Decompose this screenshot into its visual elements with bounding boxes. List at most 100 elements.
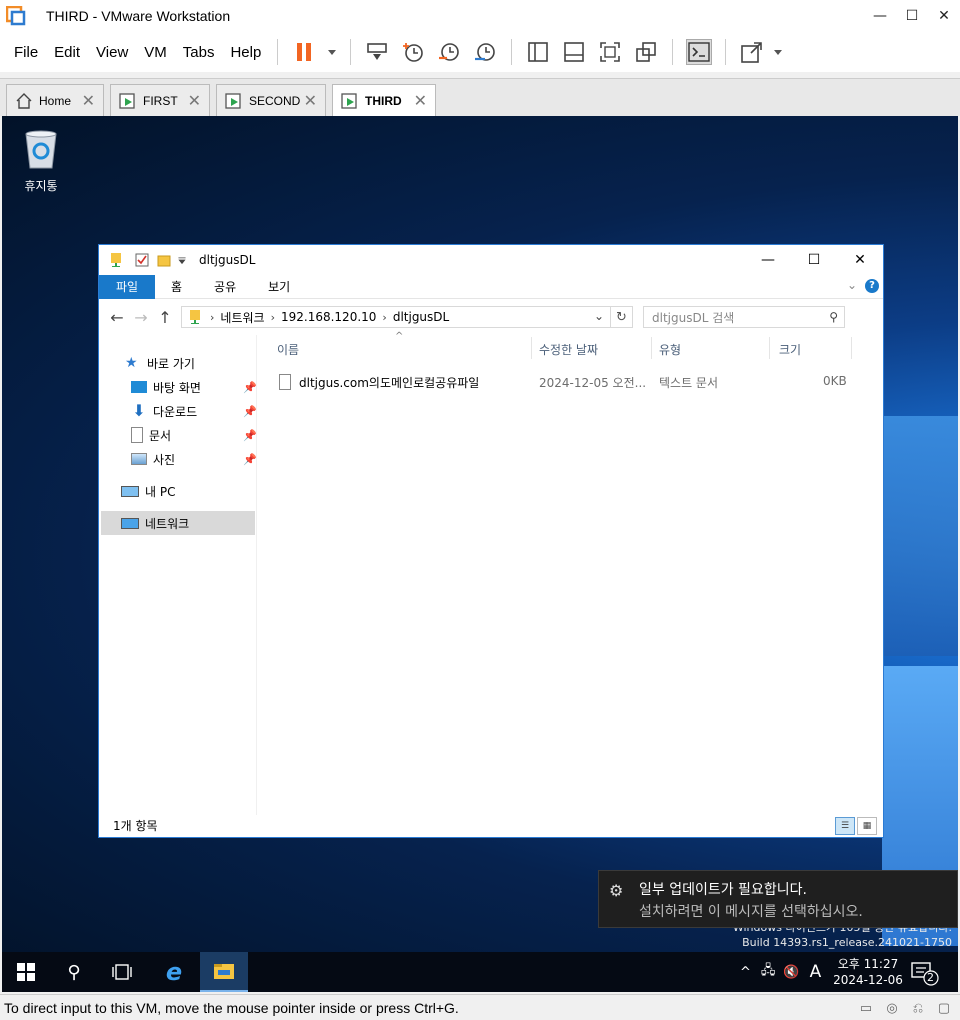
breadcrumb-network[interactable]: 네트워크 [220, 309, 264, 326]
pause-icon[interactable] [291, 39, 317, 65]
pin-icon[interactable]: 📌 [243, 381, 257, 394]
snapshot-manager-icon[interactable] [472, 39, 498, 65]
tab-home[interactable]: Home ✕ [6, 84, 104, 117]
quick-access-dropdown-icon[interactable] [177, 253, 187, 267]
vm-icon [225, 93, 241, 109]
file-explorer-taskbar-icon[interactable] [200, 952, 248, 992]
snapshot-revert-icon[interactable] [436, 39, 462, 65]
ribbon-tab-share[interactable]: 공유 [198, 278, 252, 295]
toolbar-divider [672, 39, 674, 65]
column-divider[interactable] [531, 337, 532, 359]
stretch-dropdown-icon[interactable] [772, 39, 784, 65]
clock[interactable]: 오후 11:27 2024-12-06 [828, 956, 908, 988]
search-input[interactable]: dltjgusDL 검색 ⚲ [643, 306, 845, 328]
send-ctrl-alt-del-icon[interactable] [364, 39, 390, 65]
menu-edit[interactable]: Edit [46, 44, 88, 61]
column-modified[interactable]: 수정한 날짜 [539, 337, 598, 361]
vm-icon [341, 93, 357, 109]
tab-close-icon[interactable]: ✕ [188, 91, 201, 111]
minimize-button[interactable]: — [864, 0, 896, 32]
search-taskbar-icon[interactable]: ⚲ [50, 952, 98, 992]
internet-explorer-icon[interactable]: e [150, 952, 198, 992]
menu-vm[interactable]: VM [136, 44, 175, 61]
nav-quick-access[interactable]: ★ 바로 가기 [125, 351, 195, 375]
tab-close-icon[interactable]: ✕ [82, 91, 95, 111]
menu-view[interactable]: View [88, 44, 136, 61]
vm-tab-strip: Home ✕ FIRST ✕ SECOND ✕ THIRD ✕ [0, 78, 960, 117]
column-size[interactable]: 크기 [779, 337, 801, 361]
snapshot-take-icon[interactable] [400, 39, 426, 65]
pin-icon[interactable]: 📌 [243, 429, 257, 442]
tab-first[interactable]: FIRST ✕ [110, 84, 210, 117]
nav-this-pc[interactable]: 내 PC [121, 479, 175, 503]
chevron-up-icon[interactable]: ^ [740, 965, 751, 980]
maximize-button[interactable]: ☐ [896, 0, 928, 32]
pin-icon[interactable]: 📌 [243, 405, 257, 418]
menu-tabs[interactable]: Tabs [175, 44, 223, 61]
address-bar[interactable]: › 네트워크 › 192.168.120.10 › dltjgusDL ⌄ [181, 306, 611, 328]
nav-desktop[interactable]: 바탕 화면 📌 [131, 375, 257, 399]
task-view-icon[interactable] [98, 952, 146, 992]
nav-pictures[interactable]: 사진 📌 [131, 447, 257, 471]
close-button[interactable]: ✕ [928, 0, 960, 32]
recycle-bin-shortcut[interactable]: 휴지통 [16, 126, 66, 194]
unity-icon[interactable] [633, 39, 659, 65]
back-arrow-icon[interactable]: ← [105, 308, 129, 327]
refresh-icon[interactable]: ↻ [611, 306, 633, 328]
library-view-icon[interactable] [525, 39, 551, 65]
menu-file[interactable]: File [6, 44, 46, 61]
action-center-icon[interactable]: 2 [910, 960, 940, 986]
ribbon-tab-file[interactable]: 파일 [99, 274, 155, 299]
tab-close-icon[interactable]: ✕ [414, 91, 427, 111]
address-dropdown-icon[interactable]: ⌄ [594, 309, 604, 323]
ribbon-tab-view[interactable]: 보기 [252, 278, 306, 295]
up-arrow-icon[interactable]: ↑ [153, 308, 177, 327]
properties-icon[interactable] [135, 253, 149, 267]
network-adapter-icon[interactable]: ⎌ [908, 998, 928, 1018]
vmware-titlebar: THIRD - VMware Workstation — ☐ ✕ [0, 0, 960, 32]
menu-help[interactable]: Help [222, 44, 269, 61]
guest-desktop[interactable]: 휴지통 dltjgusDL — ☐ ✕ 파일 홈 공유 보기 ⌄ ? ← → ↑ [2, 116, 958, 992]
tab-third[interactable]: THIRD ✕ [332, 84, 436, 117]
full-screen-icon[interactable] [597, 39, 623, 65]
column-name[interactable]: 이름 [277, 337, 299, 361]
breadcrumb-share[interactable]: dltjgusDL [393, 310, 449, 324]
toast-title: 일부 업데이트가 필요합니다. [639, 882, 807, 898]
cd-dvd-icon[interactable]: ◎ [882, 998, 902, 1018]
volume-muted-icon[interactable]: 🔇 [783, 965, 799, 980]
column-divider[interactable] [769, 337, 770, 359]
explorer-minimize-button[interactable]: — [745, 245, 791, 275]
file-row[interactable]: dltjgus.com의도메인로컬공유파일 2024-12-05 오전... 텍… [269, 371, 869, 393]
details-view-icon[interactable]: ☰ [835, 817, 855, 835]
forward-arrow-icon[interactable]: → [129, 308, 153, 327]
thumbnail-bar-icon[interactable] [561, 39, 587, 65]
explorer-maximize-button[interactable]: ☐ [791, 245, 837, 275]
ime-indicator[interactable]: A [810, 962, 822, 982]
hard-disk-icon[interactable]: ▭ [856, 998, 876, 1018]
pin-icon[interactable]: 📌 [243, 453, 257, 466]
console-view-icon[interactable] [686, 39, 713, 65]
ribbon-expand-icon[interactable]: ⌄ [847, 278, 857, 292]
breadcrumb-host[interactable]: 192.168.120.10 [281, 310, 376, 324]
column-divider[interactable] [651, 337, 652, 359]
file-explorer-window[interactable]: dltjgusDL — ☐ ✕ 파일 홈 공유 보기 ⌄ ? ← → ↑ › 네… [98, 244, 884, 838]
new-folder-icon[interactable] [157, 253, 171, 267]
message-log-icon[interactable]: ▢ [934, 998, 954, 1018]
network-status-icon[interactable]: 🖧 [761, 961, 776, 983]
nav-downloads[interactable]: ⬇ 다운로드 📌 [131, 399, 257, 423]
stretch-guest-icon[interactable] [739, 39, 765, 65]
help-icon[interactable]: ? [865, 279, 879, 293]
nav-network[interactable]: 네트워크 [121, 511, 189, 535]
file-list: ^ 이름 수정한 날짜 유형 크기 dltjgus.com의도메인로컬공유파일 … [269, 331, 879, 815]
tab-second[interactable]: SECOND ✕ [216, 84, 326, 117]
nav-documents[interactable]: 문서 📌 [131, 423, 257, 447]
column-type[interactable]: 유형 [659, 337, 681, 361]
column-divider[interactable] [851, 337, 852, 359]
update-notification-toast[interactable]: ⚙ 일부 업데이트가 필요합니다. 설치하려면 이 메시지를 선택하십시오. [598, 870, 958, 928]
power-dropdown-icon[interactable] [326, 39, 338, 65]
explorer-close-button[interactable]: ✕ [837, 245, 883, 275]
tab-close-icon[interactable]: ✕ [304, 91, 317, 111]
large-icons-view-icon[interactable]: ▦ [857, 817, 877, 835]
ribbon-tab-home[interactable]: 홈 [155, 278, 198, 295]
start-button[interactable] [2, 952, 50, 992]
